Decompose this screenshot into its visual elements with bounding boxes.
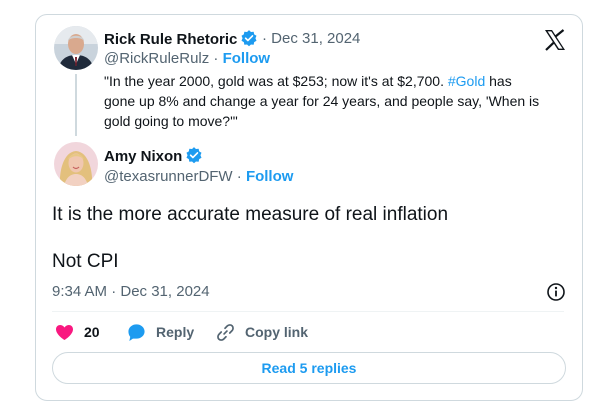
verified-badge-icon — [241, 30, 257, 47]
quoted-author-handle[interactable]: @RickRuleRulz — [104, 50, 209, 67]
main-follow-link[interactable]: Follow — [246, 168, 294, 185]
quoted-follow-separator: · — [213, 50, 219, 67]
reply-button[interactable]: Reply — [127, 322, 194, 342]
tweet-timestamp[interactable]: 9:34 AM · Dec 31, 2024 — [52, 283, 210, 300]
info-icon[interactable] — [546, 282, 566, 302]
main-follow-separator: · — [236, 168, 242, 185]
main-handle-row: @texasrunnerDFW · Follow — [104, 168, 293, 185]
main-author-handle[interactable]: @texasrunnerDFW — [104, 168, 233, 185]
avatar-amy-image — [54, 142, 98, 186]
avatar-rick-image — [54, 26, 98, 70]
quoted-text-part1: "In the year 2000, gold was at $253; now… — [104, 73, 448, 89]
verified-badge-icon — [186, 147, 202, 164]
quoted-handle-row: @RickRuleRulz · Follow — [104, 50, 270, 67]
tweet-body-line-2: Not CPI — [52, 251, 119, 272]
copy-link-button[interactable]: Copy link — [216, 322, 308, 342]
quoted-follow-link[interactable]: Follow — [223, 50, 271, 67]
reply-label: Reply — [156, 324, 195, 340]
avatar-rick-rule[interactable] — [54, 26, 98, 70]
actions-divider — [52, 311, 564, 312]
like-count: 20 — [84, 324, 100, 340]
main-author-name-row[interactable]: Amy Nixon — [104, 146, 203, 165]
main-author-name[interactable]: Amy Nixon — [104, 148, 182, 165]
speech-bubble-icon — [128, 323, 145, 341]
read-replies-button[interactable]: Read 5 replies — [52, 352, 566, 384]
hashtag-gold-link[interactable]: #Gold — [448, 73, 485, 89]
quoted-author-name-row[interactable]: Rick Rule Rhetoric — [104, 29, 258, 48]
tweet-body-line-1: It is the more accurate measure of real … — [52, 204, 449, 225]
quoted-tweet-date[interactable]: · Dec 31, 2024 — [262, 30, 360, 47]
heart-icon — [56, 324, 73, 340]
thread-connector-line — [75, 74, 77, 136]
link-icon — [217, 323, 234, 341]
copy-link-label: Copy link — [245, 324, 309, 340]
x-logo-icon[interactable] — [543, 29, 567, 51]
quoted-tweet-text: "In the year 2000, gold was at $253; now… — [104, 71, 544, 131]
avatar-amy-nixon[interactable] — [54, 142, 98, 186]
quoted-author-name[interactable]: Rick Rule Rhetoric — [104, 31, 237, 48]
like-button[interactable]: 20 — [55, 322, 100, 342]
